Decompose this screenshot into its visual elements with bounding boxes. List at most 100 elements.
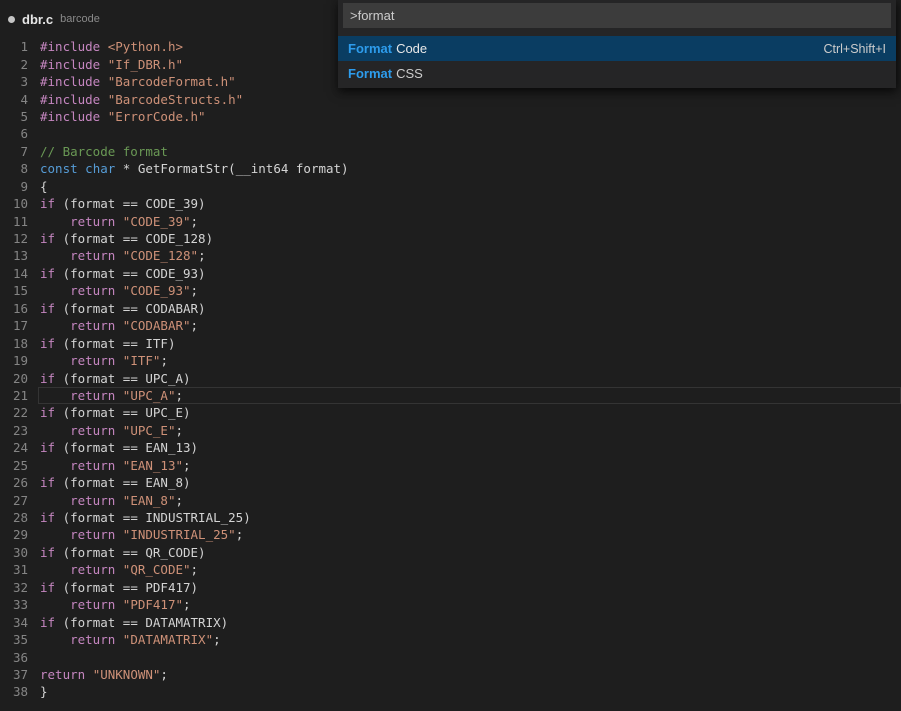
line-number[interactable]: 26: [0, 475, 28, 490]
code-line[interactable]: 26 if (format == EAN_8): [0, 474, 901, 491]
line-number[interactable]: 3: [0, 74, 28, 89]
line-number[interactable]: 29: [0, 527, 28, 542]
line-number[interactable]: 27: [0, 493, 28, 508]
code-line-content[interactable]: if (format == EAN_13): [38, 439, 901, 456]
line-number[interactable]: 33: [0, 597, 28, 612]
line-number[interactable]: 7: [0, 144, 28, 159]
code-line-content[interactable]: if (format == INDUSTRIAL_25): [38, 509, 901, 526]
code-line[interactable]: 31 return "QR_CODE";: [0, 561, 901, 578]
line-number[interactable]: 11: [0, 214, 28, 229]
code-line-content[interactable]: }: [38, 683, 901, 700]
code-line[interactable]: 30 if (format == QR_CODE): [0, 544, 901, 561]
code-line-content[interactable]: return "EAN_13";: [38, 457, 901, 474]
code-line-content[interactable]: if (format == QR_CODE): [38, 544, 901, 561]
palette-item[interactable]: FormatCodeCtrl+Shift+I: [338, 36, 896, 61]
code-line-content[interactable]: return "PDF417";: [38, 596, 901, 613]
code-line-content[interactable]: if (format == EAN_8): [38, 474, 901, 491]
code-line[interactable]: 38}: [0, 683, 901, 700]
code-line-content[interactable]: if (format == DATAMATRIX): [38, 613, 901, 630]
line-number[interactable]: 4: [0, 92, 28, 107]
line-number[interactable]: 36: [0, 650, 28, 665]
code-line[interactable]: 27 return "EAN_8";: [0, 491, 901, 508]
line-number[interactable]: 31: [0, 562, 28, 577]
line-number[interactable]: 21: [0, 388, 28, 403]
line-number[interactable]: 34: [0, 615, 28, 630]
code-line-content[interactable]: return "INDUSTRIAL_25";: [38, 526, 901, 543]
line-number[interactable]: 16: [0, 301, 28, 316]
line-number[interactable]: 38: [0, 684, 28, 699]
code-line-content[interactable]: // Barcode format: [38, 143, 901, 160]
code-line[interactable]: 22 if (format == UPC_E): [0, 404, 901, 421]
code-line[interactable]: 37 return "UNKNOWN";: [0, 666, 901, 683]
line-number[interactable]: 18: [0, 336, 28, 351]
code-line[interactable]: 14 if (format == CODE_93): [0, 265, 901, 282]
code-line[interactable]: 11 return "CODE_39";: [0, 212, 901, 229]
code-line-content[interactable]: #include "BarcodeStructs.h": [38, 90, 901, 107]
line-number[interactable]: 6: [0, 126, 28, 141]
code-editor[interactable]: 1#include <Python.h>2#include "If_DBR.h"…: [0, 38, 901, 711]
code-line[interactable]: 20 if (format == UPC_A): [0, 369, 901, 386]
code-line[interactable]: 32 if (format == PDF417): [0, 579, 901, 596]
code-line-content[interactable]: return "CODE_39";: [38, 212, 901, 229]
code-line[interactable]: 13 return "CODE_128";: [0, 247, 901, 264]
code-line[interactable]: 15 return "CODE_93";: [0, 282, 901, 299]
code-line[interactable]: 24 if (format == EAN_13): [0, 439, 901, 456]
line-number[interactable]: 15: [0, 283, 28, 298]
code-line-content[interactable]: return "CODABAR";: [38, 317, 901, 334]
code-line[interactable]: 19 return "ITF";: [0, 352, 901, 369]
palette-item[interactable]: FormatCSS: [338, 61, 896, 86]
line-number[interactable]: 14: [0, 266, 28, 281]
command-palette-input[interactable]: [343, 3, 891, 28]
line-number[interactable]: 5: [0, 109, 28, 124]
code-line[interactable]: 25 return "EAN_13";: [0, 457, 901, 474]
code-line-content[interactable]: #include "ErrorCode.h": [38, 108, 901, 125]
code-line-content[interactable]: return "DATAMATRIX";: [38, 631, 901, 648]
line-number[interactable]: 30: [0, 545, 28, 560]
code-line-content[interactable]: if (format == UPC_E): [38, 404, 901, 421]
line-number[interactable]: 35: [0, 632, 28, 647]
line-number[interactable]: 12: [0, 231, 28, 246]
line-number[interactable]: 13: [0, 248, 28, 263]
code-line-content[interactable]: if (format == ITF): [38, 334, 901, 351]
code-line-content[interactable]: if (format == UPC_A): [38, 369, 901, 386]
code-line-content[interactable]: [38, 648, 901, 665]
code-line-content[interactable]: return "CODE_128";: [38, 247, 901, 264]
code-line-content[interactable]: return "CODE_93";: [38, 282, 901, 299]
code-line[interactable]: 33 return "PDF417";: [0, 596, 901, 613]
code-line-content[interactable]: return "UPC_A";: [38, 387, 901, 404]
code-line[interactable]: 9{: [0, 178, 901, 195]
line-number[interactable]: 28: [0, 510, 28, 525]
line-number[interactable]: 1: [0, 39, 28, 54]
code-line-content[interactable]: {: [38, 178, 901, 195]
code-line[interactable]: 8 const char * GetFormatStr(__int64 forma…: [0, 160, 901, 177]
code-line[interactable]: 5 #include "ErrorCode.h": [0, 108, 901, 125]
code-line-content[interactable]: const char * GetFormatStr(__int64 format…: [38, 160, 901, 177]
code-line-content[interactable]: if (format == CODE_128): [38, 230, 901, 247]
code-line[interactable]: 23 return "UPC_E";: [0, 422, 901, 439]
code-line-content[interactable]: if (format == PDF417): [38, 579, 901, 596]
code-line-content[interactable]: if (format == CODE_93): [38, 265, 901, 282]
line-number[interactable]: 10: [0, 196, 28, 211]
line-number[interactable]: 37: [0, 667, 28, 682]
code-line-content[interactable]: [38, 125, 901, 142]
code-line-content[interactable]: return "EAN_8";: [38, 491, 901, 508]
line-number[interactable]: 23: [0, 423, 28, 438]
code-line[interactable]: 28 if (format == INDUSTRIAL_25): [0, 509, 901, 526]
code-line[interactable]: 7 // Barcode format: [0, 143, 901, 160]
code-line[interactable]: 6: [0, 125, 901, 142]
code-line[interactable]: 21 return "UPC_A";: [0, 387, 901, 404]
line-number[interactable]: 8: [0, 161, 28, 176]
line-number[interactable]: 17: [0, 318, 28, 333]
code-line-content[interactable]: return "QR_CODE";: [38, 561, 901, 578]
code-line[interactable]: 18 if (format == ITF): [0, 334, 901, 351]
code-line-content[interactable]: return "UPC_E";: [38, 422, 901, 439]
line-number[interactable]: 20: [0, 371, 28, 386]
line-number[interactable]: 32: [0, 580, 28, 595]
code-line-content[interactable]: return "UNKNOWN";: [38, 666, 901, 683]
line-number[interactable]: 22: [0, 405, 28, 420]
line-number[interactable]: 24: [0, 440, 28, 455]
code-line-content[interactable]: if (format == CODABAR): [38, 300, 901, 317]
code-line[interactable]: 34 if (format == DATAMATRIX): [0, 613, 901, 630]
line-number[interactable]: 9: [0, 179, 28, 194]
code-line-content[interactable]: return "ITF";: [38, 352, 901, 369]
